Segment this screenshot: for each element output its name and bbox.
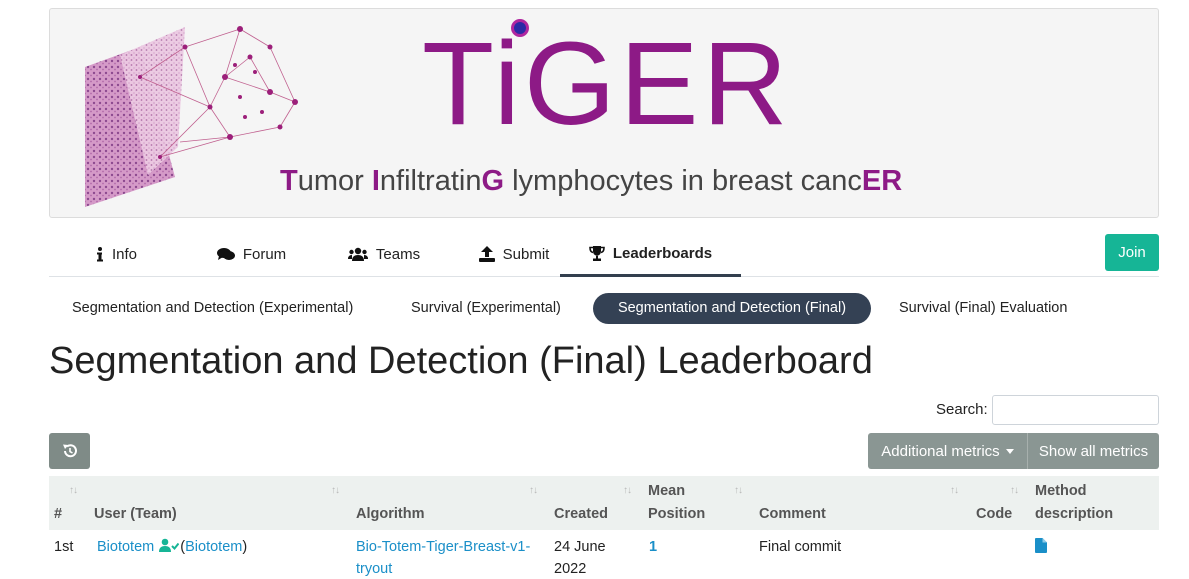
algorithm-link-line1[interactable]: Bio-Totem-Tiger-Breast-v1- <box>356 536 530 558</box>
subtitle-part: lymphocytes in breast canc <box>504 165 862 197</box>
reset-history-button[interactable] <box>49 433 90 469</box>
show-all-metrics-button[interactable]: Show all metrics <box>1028 433 1159 469</box>
subtitle-part: G <box>481 165 505 197</box>
phase-segmentation-experimental[interactable]: Segmentation and Detection (Experimental… <box>50 293 375 324</box>
caret-down-icon <box>1005 448 1014 454</box>
created-line1: 24 June <box>554 539 606 555</box>
challenge-subtitle: Tumor InfiltratinG lymphocytes in breast… <box>280 165 902 198</box>
created-line2: 2022 <box>554 561 587 577</box>
file-icon[interactable] <box>1035 538 1047 553</box>
comments-icon <box>216 248 235 260</box>
column-code[interactable]: Code <box>976 503 1012 526</box>
sort-icon[interactable]: ↑↓ <box>734 485 743 496</box>
page-title: Segmentation and Detection (Final) Leade… <box>49 340 873 382</box>
phase-segmentation-final[interactable]: Segmentation and Detection (Final) <box>593 293 871 324</box>
cell-method-description[interactable] <box>1035 538 1047 560</box>
tab-leaderboards[interactable]: Leaderboards <box>560 232 741 277</box>
challenge-tabs: Info Forum Teams Submit Leaderboards <box>49 232 1159 277</box>
upload-icon <box>478 246 495 262</box>
column-mean-position[interactable]: Mean Position <box>648 480 705 526</box>
phase-survival-final[interactable]: Survival (Final) Evaluation <box>877 293 1089 324</box>
cell-mean-position[interactable]: 1 <box>649 536 657 558</box>
sort-icon[interactable]: ↑↓ <box>331 485 340 496</box>
search-input[interactable] <box>992 395 1159 425</box>
additional-metrics-dropdown[interactable]: Additional metrics <box>868 433 1028 469</box>
tissue-network-illustration <box>85 26 298 207</box>
user-link[interactable]: Biototem <box>97 539 154 555</box>
column-mean-position-line2: Position <box>648 506 706 522</box>
tab-teams[interactable]: Teams <box>319 232 449 276</box>
cell-rank: 1st <box>54 539 74 555</box>
column-user[interactable]: User (Team) <box>94 503 177 526</box>
logo-dot <box>511 19 529 37</box>
cell-comment: Final commit <box>759 539 842 555</box>
additional-metrics-label: Additional metrics <box>881 442 1000 460</box>
cell-user: Biototem (Biototem) <box>97 538 248 555</box>
info-icon <box>96 246 103 261</box>
leaderboard-table-header: ↑↓ # ↑↓ User (Team) ↑↓ Algorithm ↑↓ Crea… <box>49 476 1159 530</box>
column-method-description[interactable]: Method description <box>1035 480 1113 526</box>
column-created[interactable]: Created <box>554 503 608 526</box>
subtitle-part: umor <box>297 165 372 197</box>
tab-label: Forum <box>242 245 287 263</box>
trophy-icon <box>589 245 605 261</box>
cell-created: 24 June 2022 <box>554 536 606 579</box>
sort-asc-icon[interactable]: ↑↓ <box>69 485 78 496</box>
users-icon <box>347 247 368 261</box>
column-algorithm[interactable]: Algorithm <box>356 503 424 526</box>
cell-algorithm[interactable]: Bio-Totem-Tiger-Breast-v1- tryout <box>356 536 530 579</box>
tab-forum[interactable]: Forum <box>184 232 319 276</box>
tab-label: Info <box>111 245 138 263</box>
phase-survival-experimental[interactable]: Survival (Experimental) <box>389 293 583 324</box>
tab-label: Teams <box>375 245 421 263</box>
verified-user-icon <box>159 538 180 552</box>
subtitle-part: T <box>280 165 298 197</box>
column-mean-position-line1: Mean <box>648 483 686 499</box>
search-label: Search: <box>936 401 988 418</box>
column-method-line1: Method <box>1035 483 1087 499</box>
sort-icon[interactable]: ↑↓ <box>1010 485 1019 496</box>
algorithm-link-line2[interactable]: tryout <box>356 558 530 579</box>
sort-icon[interactable]: ↑↓ <box>623 485 632 496</box>
challenge-logo-text: TiGER <box>422 18 792 150</box>
history-icon <box>62 444 77 458</box>
sort-icon[interactable]: ↑↓ <box>529 485 538 496</box>
column-method-line2: description <box>1035 506 1114 522</box>
subtitle-part: I <box>371 165 380 197</box>
tab-label: Leaderboards <box>612 244 713 262</box>
sort-icon[interactable]: ↑↓ <box>950 485 959 496</box>
tab-info[interactable]: Info <box>49 232 184 276</box>
subtitle-part: nfiltratin <box>379 165 482 197</box>
challenge-banner: TiGER Tumor InfiltratinG lymphocytes in … <box>49 8 1159 218</box>
join-button[interactable]: Join <box>1105 234 1159 271</box>
tab-label: Submit <box>502 245 550 263</box>
column-rank[interactable]: # <box>54 503 62 526</box>
subtitle-part: ER <box>861 165 903 197</box>
column-comment[interactable]: Comment <box>759 503 826 526</box>
team-link[interactable]: Biototem <box>185 539 242 555</box>
